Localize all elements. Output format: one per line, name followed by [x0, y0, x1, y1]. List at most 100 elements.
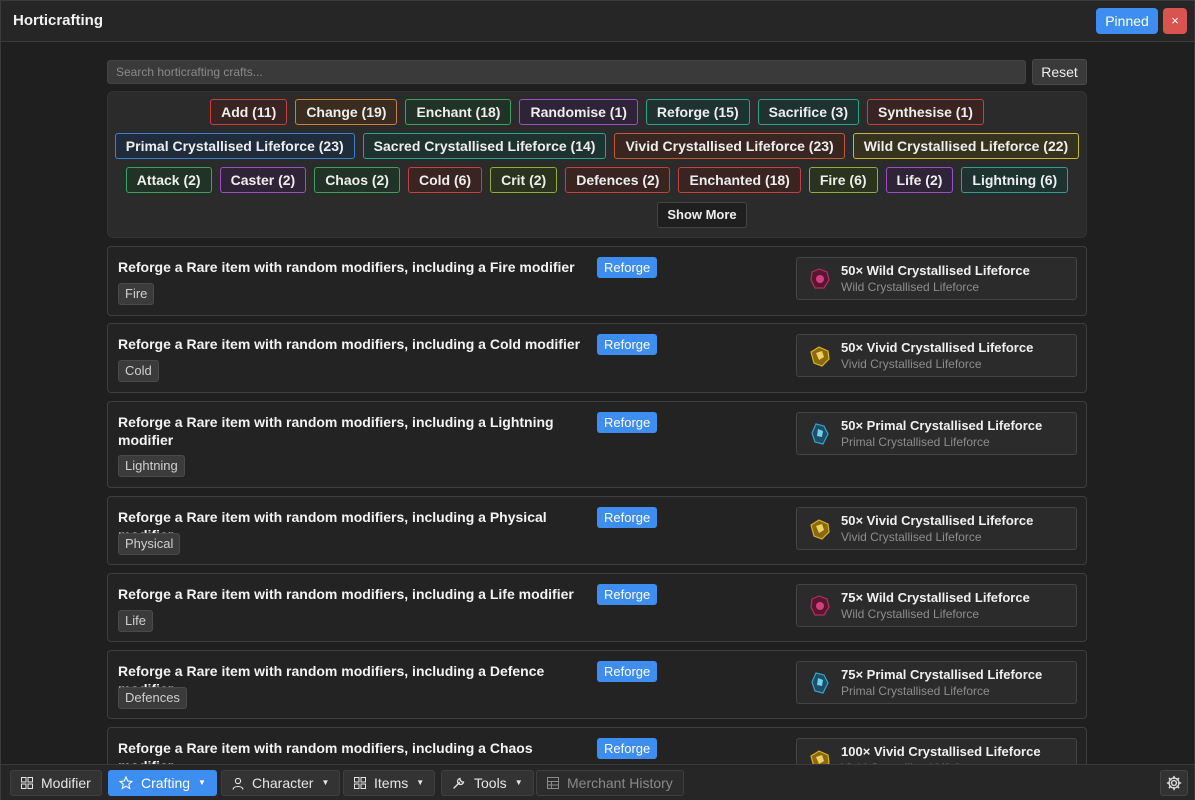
- nav-label: Merchant History: [567, 775, 673, 791]
- filter-chip[interactable]: Sacred Crystallised Lifeforce (14): [362, 133, 607, 159]
- reset-button[interactable]: Reset: [1032, 59, 1087, 85]
- nav-merchant-history[interactable]: Merchant History: [536, 770, 684, 796]
- filter-chip[interactable]: Randomise (1): [519, 99, 638, 125]
- craft-type-badge: Reforge: [597, 257, 658, 278]
- show-more-button[interactable]: Show More: [657, 202, 747, 228]
- filter-chip[interactable]: Crit (2): [490, 167, 558, 193]
- filter-chip[interactable]: Wild Crystallised Lifeforce (22): [852, 133, 1080, 159]
- filter-chip[interactable]: Caster (2): [219, 167, 307, 193]
- person-icon: [232, 777, 244, 790]
- wrench-icon: [452, 776, 466, 790]
- craft-title: Reforge a Rare item with random modifier…: [118, 663, 545, 697]
- cost-currency: Vivid Crystallised Lifeforce: [841, 357, 982, 371]
- craft-tag[interactable]: Physical: [118, 533, 181, 555]
- filter-chip[interactable]: Add (11): [210, 99, 288, 125]
- filter-chip[interactable]: Defences (2): [565, 167, 671, 193]
- filter-chip[interactable]: Reforge (15): [645, 99, 750, 125]
- close-button[interactable]: ×: [1163, 8, 1187, 34]
- cost-amount: 75× Primal Crystallised Lifeforce: [841, 667, 1043, 682]
- craft-card[interactable]: Reforge a Rare item with random modifier…: [107, 323, 1087, 393]
- gear-icon: [1166, 775, 1182, 791]
- title-bar[interactable]: Horticrafting Pinned ×: [1, 1, 1194, 42]
- filter-chip[interactable]: Attack (2): [125, 167, 212, 193]
- pinned-button[interactable]: Pinned: [1096, 8, 1158, 34]
- nav-crafting[interactable]: Crafting ▼: [108, 770, 217, 796]
- wild-lifeforce-icon: [807, 593, 833, 619]
- nav-label: Character: [252, 775, 314, 791]
- chevron-down-icon: ▼: [198, 778, 206, 787]
- craft-tag[interactable]: Cold: [118, 360, 159, 382]
- craft-card[interactable]: Reforge a Rare item with random modifier…: [107, 401, 1087, 488]
- craft-type-badge: Reforge: [597, 584, 658, 605]
- grid-icon: [21, 777, 33, 789]
- craft-cost: 50× Wild Crystallised Lifeforce Wild Crys…: [796, 257, 1077, 300]
- search-input[interactable]: [107, 60, 1026, 84]
- craft-title: Reforge a Rare item with random modifier…: [118, 336, 581, 352]
- craft-type-badge: Reforge: [597, 738, 658, 759]
- craft-cost: 75× Primal Crystallised Lifeforce Primal …: [796, 661, 1077, 704]
- filter-chip[interactable]: Fire (6): [808, 167, 878, 193]
- horticrafting-window: Horticrafting Pinned × Reset Add (11) Cha…: [0, 0, 1195, 800]
- filter-chip[interactable]: Cold (6): [407, 167, 483, 193]
- craft-card[interactable]: Reforge a Rare item with random modifier…: [107, 496, 1087, 565]
- cost-amount: 50× Vivid Crystallised Lifeforce: [841, 513, 1034, 528]
- filter-panel: Add (11) Change (19) Enchant (18) Randomise…: [107, 91, 1087, 238]
- craft-card[interactable]: Reforge a Rare item with random modifier…: [107, 573, 1087, 642]
- wild-lifeforce-icon: [807, 266, 833, 292]
- filter-chip[interactable]: Change (19): [295, 99, 398, 125]
- nav-label: Items: [374, 775, 409, 791]
- grid-icon: [354, 777, 366, 789]
- cost-amount: 50× Vivid Crystallised Lifeforce: [841, 340, 1034, 355]
- nav-label: Modifier: [41, 775, 91, 791]
- craft-cost: 75× Wild Crystallised Lifeforce Wild Crys…: [796, 584, 1077, 627]
- star-icon: [119, 776, 133, 790]
- nav-label: Tools: [474, 775, 507, 791]
- filter-row-lifeforce: Primal Crystallised Lifeforce (23) Sacred…: [108, 133, 1086, 159]
- vivid-lifeforce-icon: [807, 343, 833, 369]
- filter-chip[interactable]: Primal Crystallised Lifeforce (23): [114, 133, 355, 159]
- window-title: Horticrafting: [13, 12, 103, 29]
- cost-currency: Primal Crystallised Lifeforce: [841, 435, 990, 449]
- craft-title: Reforge a Rare item with random modifier…: [118, 414, 554, 448]
- craft-type-badge: Reforge: [597, 412, 658, 433]
- filter-chip[interactable]: Synthesise (1): [866, 99, 984, 125]
- filter-row-craft-types: Add (11) Change (19) Enchant (18) Randomise…: [108, 99, 1086, 125]
- craft-card[interactable]: Reforge a Rare item with random modifier…: [107, 246, 1087, 316]
- craft-type-badge: Reforge: [597, 507, 658, 528]
- craft-card[interactable]: Reforge a Rare item with random modifier…: [107, 650, 1087, 719]
- craft-tag[interactable]: Fire: [118, 283, 155, 305]
- craft-tag[interactable]: Lightning: [118, 455, 185, 477]
- craft-type-badge: Reforge: [597, 661, 658, 682]
- cost-amount: 50× Wild Crystallised Lifeforce: [841, 263, 1030, 278]
- filter-chip[interactable]: Chaos (2): [314, 167, 400, 193]
- filter-chip[interactable]: Sacrifice (3): [757, 99, 859, 125]
- table-icon: [547, 777, 559, 789]
- craft-title: Reforge a Rare item with random modifier…: [118, 259, 575, 275]
- cost-amount: 75× Wild Crystallised Lifeforce: [841, 590, 1030, 605]
- bottom-nav: Modifier Crafting ▼ Character ▼ Items ▼ Tools ▼ M…: [1, 764, 1194, 800]
- craft-cost: 50× Vivid Crystallised Lifeforce Vivid Cr…: [796, 507, 1077, 550]
- cost-currency: Vivid Crystallised Lifeforce: [841, 530, 982, 544]
- filter-chip[interactable]: Life (2): [885, 167, 954, 193]
- cost-amount: 100× Vivid Crystallised Lifeforce: [841, 744, 1041, 759]
- chevron-down-icon: ▼: [416, 778, 425, 787]
- craft-tag[interactable]: Defences: [118, 687, 187, 709]
- filter-chip[interactable]: Vivid Crystallised Lifeforce (23): [614, 133, 845, 159]
- nav-items[interactable]: Items ▼: [343, 770, 436, 796]
- craft-type-badge: Reforge: [597, 334, 658, 355]
- craft-tag[interactable]: Life: [118, 610, 153, 632]
- chevron-down-icon: ▼: [514, 778, 523, 787]
- nav-character[interactable]: Character ▼: [221, 770, 341, 796]
- nav-modifier[interactable]: Modifier: [10, 770, 102, 796]
- cost-amount: 50× Primal Crystallised Lifeforce: [841, 418, 1043, 433]
- craft-title: Reforge a Rare item with random modifier…: [118, 509, 547, 543]
- settings-button[interactable]: [1160, 770, 1188, 796]
- filter-chip[interactable]: Enchant (18): [405, 99, 512, 125]
- primal-lifeforce-icon: [807, 670, 833, 696]
- nav-tools[interactable]: Tools ▼: [441, 770, 534, 796]
- filter-chip[interactable]: Lightning (6): [961, 167, 1069, 193]
- filter-chip[interactable]: Enchanted (18): [678, 167, 801, 193]
- craft-title: Reforge a Rare item with random modifier…: [118, 586, 574, 602]
- chevron-down-icon: ▼: [321, 778, 330, 787]
- primal-lifeforce-icon: [807, 421, 833, 447]
